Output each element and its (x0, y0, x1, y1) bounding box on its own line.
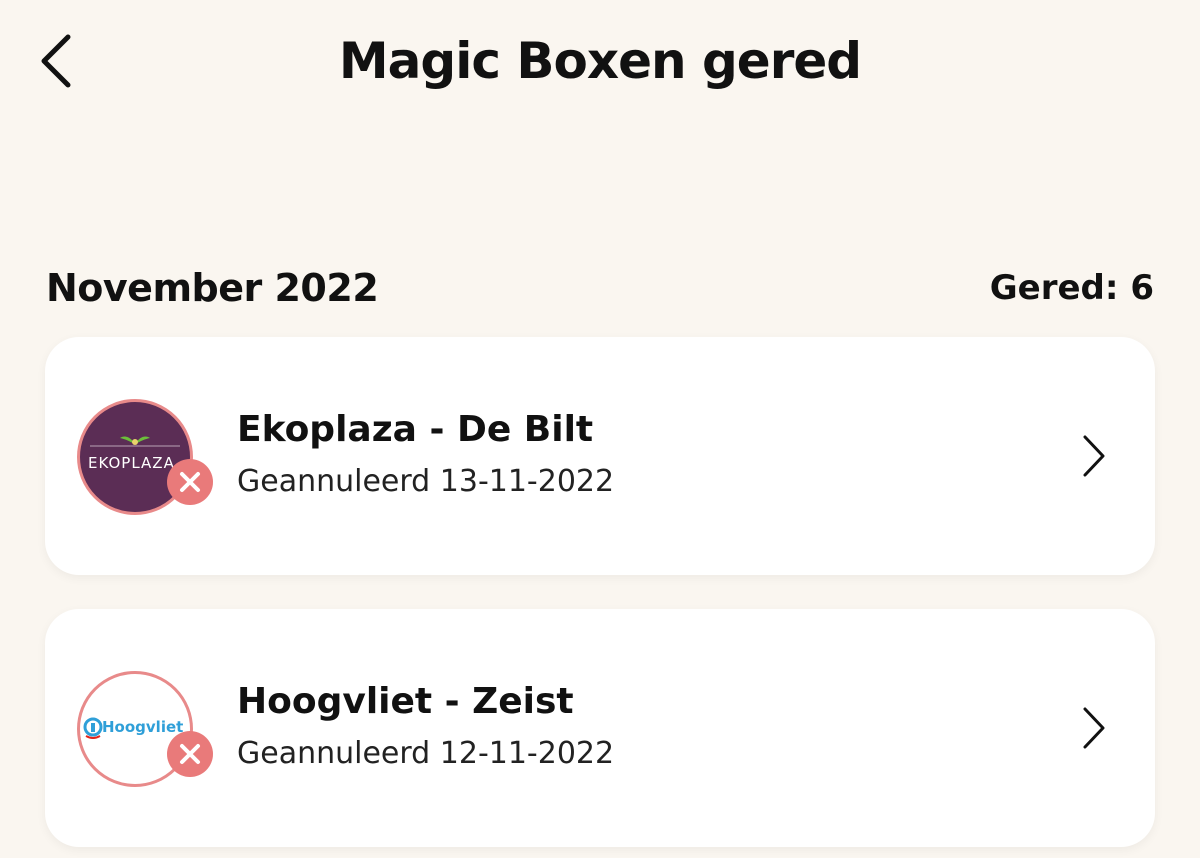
cancel-x-icon (180, 744, 200, 764)
svg-text:Hoogvliet: Hoogvliet (102, 718, 183, 736)
header: Magic Boxen gered (0, 0, 1200, 130)
chevron-right-icon (1083, 707, 1105, 749)
order-status: Geannuleerd 13-11-2022 (237, 464, 615, 499)
store-name: Ekoplaza - De Bilt (237, 409, 594, 450)
store-logo-wrap: EKOPLAZA (77, 399, 213, 515)
cancel-badge (167, 459, 213, 505)
cancel-x-icon (180, 472, 200, 492)
order-status: Geannuleerd 12-11-2022 (237, 736, 615, 771)
store-name: Hoogvliet - Zeist (237, 681, 574, 722)
svg-text:EKOPLAZA: EKOPLAZA (88, 454, 175, 472)
list-item-hoogvliet[interactable]: Hoogvliet Hoogvliet - Zeist Geannuleerd … (45, 609, 1155, 847)
section-month: November 2022 (46, 266, 379, 310)
chevron-right-icon (1083, 435, 1105, 477)
store-logo-wrap: Hoogvliet (77, 671, 213, 787)
saved-count: Gered: 6 (989, 268, 1154, 308)
page-title: Magic Boxen gered (338, 32, 862, 90)
list-item-ekoplaza[interactable]: EKOPLAZA Ekoplaza - De Bilt Geannuleerd … (45, 337, 1155, 575)
section-header: November 2022 Gered: 6 (46, 258, 1154, 318)
cancel-badge (167, 731, 213, 777)
